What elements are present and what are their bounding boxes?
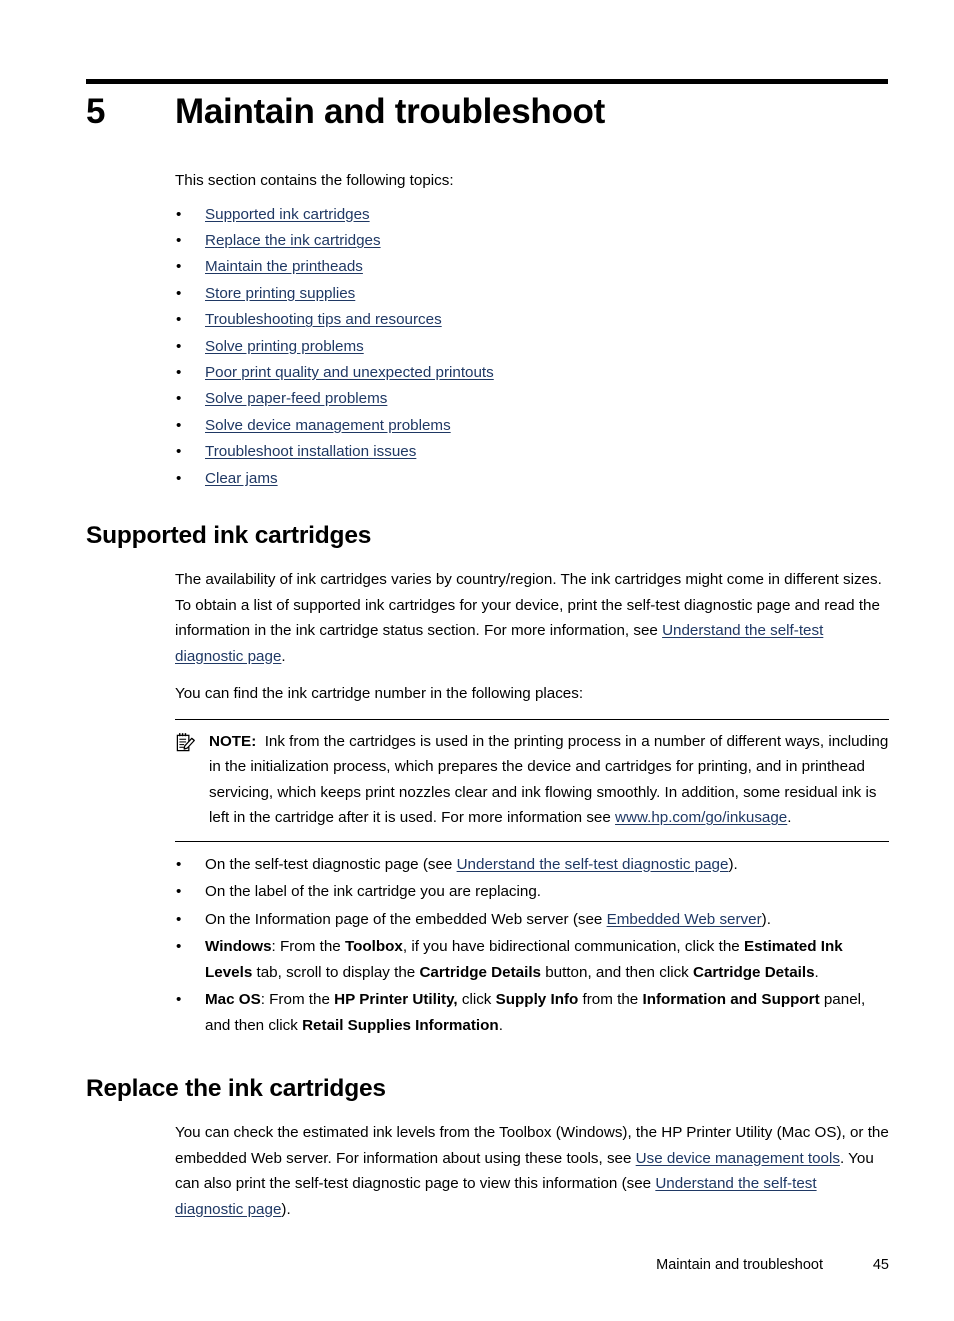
list-item: • Supported ink cartridges [175,202,889,228]
bullet-glyph: • [176,390,182,408]
mac-bold-retail-supplies-information: Retail Supplies Information [302,1016,499,1034]
paragraph-text-3: ). [281,1200,291,1218]
topic-link[interactable]: Troubleshoot installation issues [205,443,416,460]
bullet-glyph: • [176,910,182,928]
mac-label: Mac OS [205,991,261,1008]
note-content: NOTE: Ink from the cartridges is used in… [175,729,889,831]
windows-text-4: button, and then click [541,963,693,981]
topic-link[interactable]: Troubleshooting tips and resources [205,311,442,328]
note-label: NOTE: [209,732,257,750]
list-item: • Troubleshooting tips and resources [175,307,889,333]
bullet-glyph: • [176,883,182,900]
list-item-text: On the self-test diagnostic page (see [205,855,457,873]
footer-page-number: 45 [872,1257,889,1273]
mac-bold-information-and-support: Information and Support [642,991,820,1008]
section-body: The availability of ink cartridges varie… [175,567,889,1038]
section-supported-ink-cartridges: Supported ink cartridges The availabilit… [86,521,889,1040]
bullet-glyph: • [176,258,182,276]
list-item-text-tail: ). [761,910,771,928]
mac-text-2: click [457,991,496,1008]
bullet-glyph: • [176,938,182,955]
link-use-device-management-tools[interactable]: Use device management tools [636,1150,840,1167]
topic-link[interactable]: Solve printing problems [205,338,364,355]
bullet-glyph: • [176,363,182,381]
list-item: • Solve paper-feed problems [175,386,889,412]
list-item: • Replace the ink cartridges [175,228,889,254]
list-item-text: On the label of the ink cartridge you ar… [205,883,542,900]
list-item: • Clear jams [175,466,889,492]
bullet-glyph: • [176,416,182,434]
chapter-heading: 5 Maintain and troubleshoot [86,90,888,134]
list-item: • Solve device management problems [175,413,889,439]
section-replace-ink-cartridges: Replace the ink cartridges You can check… [86,1074,889,1222]
windows-text-2: , if you have bidirectional communicatio… [402,938,744,955]
chapter-number: 5 [86,92,106,131]
bullet-glyph: • [176,855,182,873]
windows-bold-cartridge-details: Cartridge Details [692,963,815,981]
bullet-glyph: • [176,311,182,329]
list-item: • Troubleshoot installation issues [175,439,889,465]
bullet-glyph: • [176,205,182,223]
mac-bold-hp-printer-utility: HP Printer Utility, [334,991,458,1008]
list-item: • Poor print quality and unexpected print… [175,360,889,386]
list-item-mac-os: • Mac OS: From the HP Printer Utility, c… [175,987,889,1038]
paragraph-find-cartridge-number: You can find the ink cartridge number in… [175,685,584,702]
section-heading: Replace the ink cartridges [86,1075,386,1102]
topic-link[interactable]: Maintain the printheads [205,258,363,275]
topic-link[interactable]: Poor print quality and unexpected printo… [205,364,494,381]
intro-text: This section contains the following topi… [175,172,454,189]
bullet-glyph: • [176,991,182,1008]
mac-bold-supply-info: Supply Info [495,991,579,1008]
bullet-glyph: • [176,469,182,487]
topic-link[interactable]: Solve device management problems [205,417,451,434]
paragraph-text-tail: . [281,647,286,665]
note-text-tail: . [787,809,792,826]
topics-link-list: • Supported ink cartridges • Replace the in… [175,202,889,492]
note-box: NOTE: Ink from the cartridges is used in… [175,718,889,842]
chapter-top-rule [86,79,888,84]
bullet-glyph: • [176,443,182,461]
platform-instructions-list: • Windows: From the Toolbox, if you have… [175,934,889,1038]
list-item-text-tail: ). [728,855,738,873]
list-item: • On the Information page of the embedded… [175,907,889,933]
chapter-intro-block: This section contains the following topi… [175,168,889,492]
bullet-glyph: • [176,337,182,355]
topic-link[interactable]: Store printing supplies [205,285,355,302]
section-heading: Supported ink cartridges [86,522,372,549]
topic-link[interactable]: Solve paper-feed problems [205,390,387,407]
note-pencil-icon [175,732,196,753]
windows-bold-cartridge-details-button: Cartridge Details [419,963,541,981]
cartridge-number-locations-list: • On the self-test diagnostic page (see U… [175,852,889,933]
mac-text-3: from the [578,991,643,1008]
windows-bold-toolbox: Toolbox [344,938,403,955]
paragraph-check-ink-levels: You can check the estimated ink levels f… [175,1120,889,1222]
paragraph-availability: The availability of ink cartridges varie… [175,567,889,669]
list-item: • Maintain the printheads [175,254,889,280]
windows-text-3: tab, scroll to display the [252,963,420,981]
page-title: Maintain and troubleshoot [175,92,605,131]
document-page: 5 Maintain and troubleshoot This section… [0,0,954,1321]
topic-link[interactable]: Replace the ink cartridges [205,232,381,249]
link-inkusage-url[interactable]: www.hp.com/go/inkusage [615,809,787,826]
page-footer: Maintain and troubleshoot 45 [86,1255,889,1275]
list-item: • Store printing supplies [175,281,889,307]
windows-label: Windows [205,938,272,955]
inline-link[interactable]: Embedded Web server [607,911,762,928]
windows-text-1: : From the [271,938,345,955]
list-item-text: On the Information page of the embedded … [205,910,607,928]
list-item: • Solve printing problems [175,334,889,360]
bullet-glyph: • [176,231,182,249]
topic-link[interactable]: Clear jams [205,470,278,487]
mac-text-1: : From the [260,991,335,1008]
section-body: You can check the estimated ink levels f… [175,1120,889,1222]
footer-chapter-title: Maintain and troubleshoot [656,1257,823,1273]
list-item-windows: • Windows: From the Toolbox, if you have… [175,934,889,985]
mac-text-5: . [498,1016,503,1034]
topic-link[interactable]: Supported ink cartridges [205,206,370,223]
list-item: • On the self-test diagnostic page (see U… [175,852,889,878]
bullet-glyph: • [176,284,182,302]
windows-text-5: . [814,963,819,981]
inline-link[interactable]: Understand the self-test diagnostic page [457,856,729,873]
list-item: • On the label of the ink cartridge you a… [175,879,889,905]
